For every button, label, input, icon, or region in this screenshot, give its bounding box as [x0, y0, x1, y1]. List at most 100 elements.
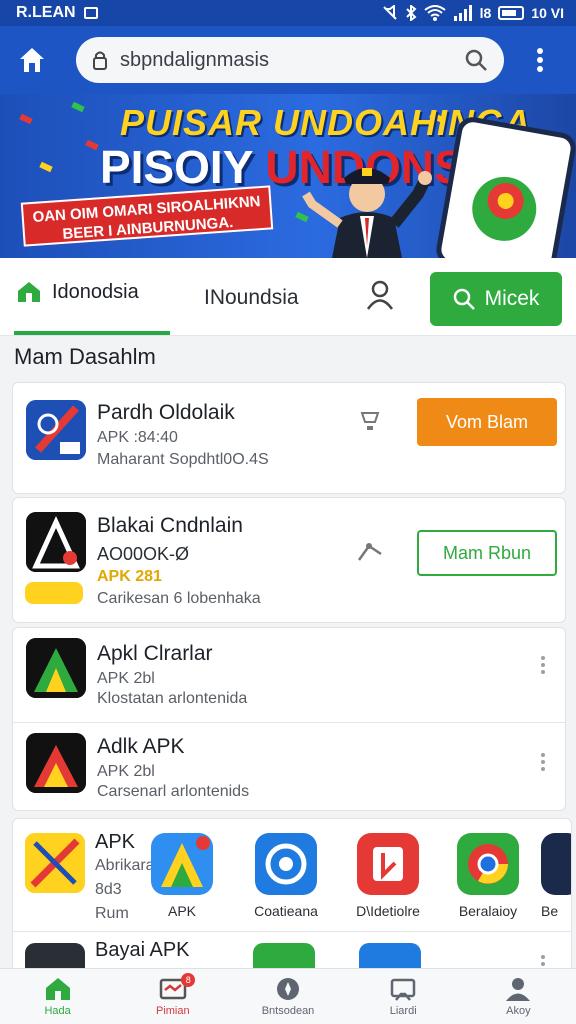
bluetooth-icon — [405, 5, 417, 21]
grid-app[interactable]: D\Idetiolre — [343, 833, 433, 919]
grid-app-label: Coatieana — [254, 903, 318, 919]
app-name: Pardh Oldolaik — [97, 401, 235, 424]
featured-name: APK — [95, 831, 136, 853]
app-name: Blakai Cndnlain — [97, 514, 243, 537]
app-list-card: Apkl Clrarlar APK 2bl Klostatan arlonten… — [12, 627, 566, 811]
lock-icon — [93, 51, 107, 70]
clock: 10 VI — [531, 5, 564, 21]
tab-home-label: Idonodsia — [52, 280, 139, 303]
mascot-illustration — [302, 168, 432, 258]
app-version: APK :84:40 — [97, 429, 178, 446]
featured-line-3: Rum — [95, 905, 129, 922]
nav-label: Bntsodean — [261, 1005, 315, 1017]
grid-app[interactable]: Beralaioy — [443, 833, 533, 919]
nav-premium[interactable]: 8 Pimian — [115, 969, 230, 1024]
nav-account[interactable]: Akoy — [461, 969, 576, 1024]
toolbar: sbpndalignmasis — [0, 26, 576, 94]
confetti-shape — [85, 139, 99, 151]
list-item[interactable]: Apkl Clrarlar APK 2bl Klostatan arlonten… — [13, 628, 565, 722]
app-version: APK 2bl — [97, 670, 155, 687]
app-logo-icon — [25, 833, 85, 893]
row-divider — [13, 931, 571, 932]
overflow-menu-button[interactable] — [504, 47, 576, 73]
app-card[interactable]: Blakai Cndnlain AO00OK-Ø APK 281 Carikes… — [12, 497, 566, 623]
app-logo-icon — [26, 638, 86, 698]
secondary-action-button[interactable]: Mam Rbun — [417, 530, 557, 576]
search-button[interactable]: Micek — [430, 272, 562, 326]
app-version: APK 2bl — [97, 763, 155, 780]
app-description: Carikesan 6 lobenhaka — [97, 590, 261, 607]
carrier-label: R.LEAN — [16, 4, 76, 21]
folder-icon — [390, 978, 416, 1001]
home-button[interactable] — [0, 26, 64, 94]
promo-banner[interactable]: PUISAR UNDOAHINGA PISOIY UNDONSIA OAN OI… — [0, 94, 576, 258]
app-icon — [26, 512, 86, 572]
user-icon — [366, 280, 394, 310]
primary-action-button[interactable]: Vom Blam — [417, 398, 557, 446]
search-button-label: Micek — [484, 287, 540, 310]
url-text[interactable]: sbpndalignmasis — [120, 49, 464, 72]
signal-text: l8 — [479, 5, 492, 21]
trophy-icon[interactable] — [359, 411, 381, 431]
status-icons: l8 10 VI — [382, 5, 564, 21]
status-bar: R.LEAN l8 10 VI — [0, 0, 576, 26]
app-icon — [151, 833, 213, 895]
banner-subtitle-part1: PISOIY — [100, 141, 266, 193]
nav-label: Pimian — [155, 1005, 190, 1017]
url-search-bar[interactable]: sbpndalignmasis — [76, 37, 504, 83]
app-logo-icon — [26, 400, 86, 460]
media-icon — [373, 847, 403, 881]
app-logo-icon — [26, 733, 86, 793]
nav-label: Hada — [44, 1005, 71, 1017]
search-icon[interactable] — [464, 48, 488, 72]
sync-icon — [265, 843, 307, 885]
grid-app-label: Beralaioy — [458, 903, 518, 919]
tab-bar: Idonodsia INoundsia Micek — [0, 258, 576, 336]
app-card[interactable]: Pardh Oldolaik APK :84:40 Maharant Sopdh… — [12, 382, 566, 494]
nav-home[interactable]: Hada — [0, 969, 115, 1024]
nav-library[interactable]: Liardi — [346, 969, 461, 1024]
list-item[interactable]: Adlk APK APK 2bl Carsenarl arlontenids — [13, 723, 565, 811]
confetti-shape — [19, 113, 33, 125]
home-icon — [18, 282, 40, 302]
nav-label: Akoy — [506, 1005, 531, 1017]
signal-icon — [453, 5, 472, 21]
section-title: Mam Dasahlm — [14, 344, 156, 369]
more-vert-icon[interactable] — [540, 753, 546, 771]
nav-label: Liardi — [389, 1005, 417, 1017]
nav-browse[interactable]: Bntsodean — [230, 969, 345, 1024]
grid-app[interactable]: APK — [137, 833, 227, 919]
grid-app-label: Be — [541, 903, 559, 919]
tab-home[interactable]: Idonodsia — [16, 280, 139, 304]
app-icon — [26, 733, 86, 793]
user-icon — [506, 978, 531, 1001]
app-icon — [26, 400, 86, 460]
app-name: Bayai APK — [95, 939, 190, 961]
active-tab-indicator — [14, 331, 170, 335]
battery-icon — [498, 6, 525, 20]
app-version: AO00OK-Ø — [97, 544, 190, 564]
grid-app-label: D\Idetiolre — [356, 903, 420, 919]
app-icon[interactable] — [25, 833, 85, 893]
mute-icon — [382, 5, 397, 20]
wifi-icon — [423, 5, 446, 21]
notification-badge: 8 — [181, 973, 196, 987]
more-vert-icon[interactable] — [540, 656, 546, 674]
bottom-navigation: Hada 8 Pimian Bntsodean Liardi Akoy — [0, 968, 576, 1024]
grid-app-label: APK — [167, 903, 196, 919]
app-icon — [255, 833, 317, 895]
banner-promo-tag: OAN OIM OMARI SIROALHIKNN BEER I AINBURN… — [20, 185, 274, 247]
app-name: Adlk APK — [97, 735, 185, 758]
app-name: Apkl Clrarlar — [97, 642, 213, 665]
app-screen: R.LEAN l8 10 VI sbpndalignmasis PUISAR U… — [0, 0, 576, 1024]
grid-app[interactable]: Coatieana — [241, 833, 331, 919]
tab-secondary[interactable]: INoundsia — [204, 286, 299, 310]
app-icon — [26, 638, 86, 698]
app-description: Maharant Sopdhtl0O.4S — [97, 451, 269, 468]
grid-app[interactable]: Be — [541, 833, 571, 919]
featured-card: APK Abrikara 8d3 Rum APK Coatieana D\Ide… — [12, 818, 572, 978]
share-icon[interactable] — [357, 542, 383, 562]
confetti-shape — [39, 161, 53, 173]
home-icon — [20, 48, 44, 72]
account-button[interactable] — [366, 280, 394, 315]
